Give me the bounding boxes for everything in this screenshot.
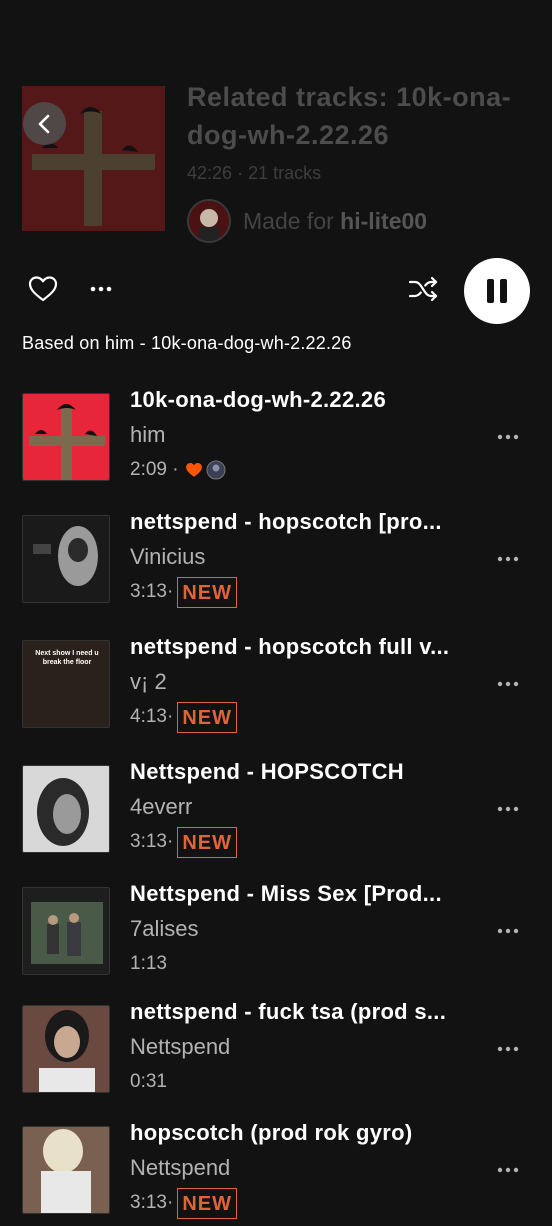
owner-avatar[interactable] xyxy=(187,199,231,243)
new-badge: NEW xyxy=(177,576,237,608)
track-more-button[interactable] xyxy=(496,1158,520,1182)
track-duration: 0:31 xyxy=(130,1071,167,1092)
playlist-more-button[interactable] xyxy=(88,276,114,302)
track-artist[interactable]: Nettspend xyxy=(130,1155,230,1181)
track-duration: 3:13· xyxy=(130,1192,174,1213)
made-for-row[interactable]: Made for hi-lite00 xyxy=(187,198,427,244)
new-badge: NEW xyxy=(177,701,237,733)
track-artwork xyxy=(22,1005,110,1093)
track-title: 10k-ona-dog-wh-2.22.26 xyxy=(130,387,386,412)
track-duration: 4:13· xyxy=(130,706,174,727)
thumb-caption: Next show I need u break the floor xyxy=(35,650,99,666)
track-title: hopscotch (prod rok gyro) xyxy=(130,1120,413,1145)
track-row[interactable]: nettspend - hopscotch [pro... Vinicius 3… xyxy=(0,509,552,615)
track-artist[interactable]: Nettspend xyxy=(130,1034,230,1060)
track-more-button[interactable] xyxy=(496,672,520,696)
track-artist[interactable]: v¡ 2 xyxy=(130,669,167,695)
track-title: nettspend - hopscotch full v... xyxy=(130,634,450,659)
made-for-text: Made for hi-lite00 xyxy=(243,208,427,235)
track-duration: 2:09 · xyxy=(130,459,179,480)
meta-separator: · xyxy=(237,163,244,183)
track-row[interactable]: hopscotch (prod rok gyro) Nettspend 3:13… xyxy=(0,1120,552,1226)
new-badge: NEW xyxy=(177,826,237,858)
more-horizontal-icon xyxy=(90,286,112,292)
track-more-button[interactable] xyxy=(496,797,520,821)
track-more-button[interactable] xyxy=(496,1037,520,1061)
chevron-left-icon xyxy=(38,114,49,133)
track-row[interactable]: nettspend - fuck tsa (prod s... Nettspen… xyxy=(0,999,552,1105)
shuffle-icon xyxy=(408,276,438,302)
track-artwork xyxy=(22,1126,110,1214)
more-horizontal-icon xyxy=(497,1167,519,1173)
track-duration: 3:13· xyxy=(130,581,174,602)
track-more-button[interactable] xyxy=(496,919,520,943)
track-more-button[interactable] xyxy=(496,547,520,571)
playlist-duration: 42:26 xyxy=(187,163,233,183)
playlist-controls xyxy=(0,258,552,324)
track-row[interactable]: 10k-ona-dog-wh-2.22.26 him 2:09 · xyxy=(0,387,552,493)
playlist-title: Related tracks: 10k-ona-dog-wh-2.22.26 xyxy=(187,82,512,150)
track-title: nettspend - hopscotch [pro... xyxy=(130,509,442,534)
heart-filled-icon xyxy=(185,462,202,477)
more-horizontal-icon xyxy=(497,806,519,812)
track-row[interactable]: Nettspend - HOPSCOTCH 4everr 3:13· NEW xyxy=(0,759,552,865)
track-meta: 3:13· NEW xyxy=(130,825,237,859)
track-artist[interactable]: 7alises xyxy=(130,916,198,942)
track-duration: 3:13· xyxy=(130,831,174,852)
track-meta: 2:09 · xyxy=(130,453,226,487)
track-more-button[interactable] xyxy=(496,425,520,449)
track-meta: 4:13· NEW xyxy=(130,700,237,734)
new-badge: NEW xyxy=(177,1187,237,1219)
made-for-user[interactable]: hi-lite00 xyxy=(340,208,427,234)
pause-button[interactable] xyxy=(464,258,530,324)
track-meta: 3:13· NEW xyxy=(130,575,237,609)
track-title: Nettspend - HOPSCOTCH xyxy=(130,759,404,784)
track-artwork xyxy=(22,393,110,481)
track-row[interactable]: Next show I need u break the floor netts… xyxy=(0,634,552,740)
track-meta: 3:13· NEW xyxy=(130,1186,237,1220)
made-for-prefix: Made for xyxy=(243,207,334,234)
based-on-label: Based on him - 10k-ona-dog-wh-2.22.26 xyxy=(22,333,352,353)
track-artist[interactable]: Vinicius xyxy=(130,544,205,570)
track-artwork: Next show I need u break the floor xyxy=(22,640,110,728)
track-meta: 1:13 xyxy=(130,947,167,981)
more-horizontal-icon xyxy=(497,434,519,440)
track-duration: 1:13 xyxy=(130,953,167,974)
like-button[interactable] xyxy=(27,273,59,305)
track-meta: 0:31 xyxy=(130,1065,167,1099)
track-artwork xyxy=(22,515,110,603)
playlist-meta: 42:26 · 21 tracks xyxy=(187,163,321,184)
more-horizontal-icon xyxy=(497,928,519,934)
more-horizontal-icon xyxy=(497,556,519,562)
playlist-track-count: 21 tracks xyxy=(248,163,322,183)
track-title: nettspend - fuck tsa (prod s... xyxy=(130,999,447,1024)
heart-outline-icon xyxy=(28,276,58,302)
track-artwork xyxy=(22,765,110,853)
track-artist[interactable]: him xyxy=(130,422,165,448)
avatar-icon xyxy=(206,460,226,480)
more-horizontal-icon xyxy=(497,1046,519,1052)
back-button[interactable] xyxy=(23,102,66,145)
shuffle-button[interactable] xyxy=(407,273,439,305)
track-artwork xyxy=(22,887,110,975)
pause-icon xyxy=(487,279,507,303)
more-horizontal-icon xyxy=(497,681,519,687)
track-title: Nettspend - Miss Sex [Prod... xyxy=(130,881,442,906)
playlist-header: Related tracks: 10k-ona-dog-wh-2.22.26 4… xyxy=(0,0,552,250)
track-artist[interactable]: 4everr xyxy=(130,794,192,820)
track-row[interactable]: Nettspend - Miss Sex [Prod... 7alises 1:… xyxy=(0,881,552,987)
